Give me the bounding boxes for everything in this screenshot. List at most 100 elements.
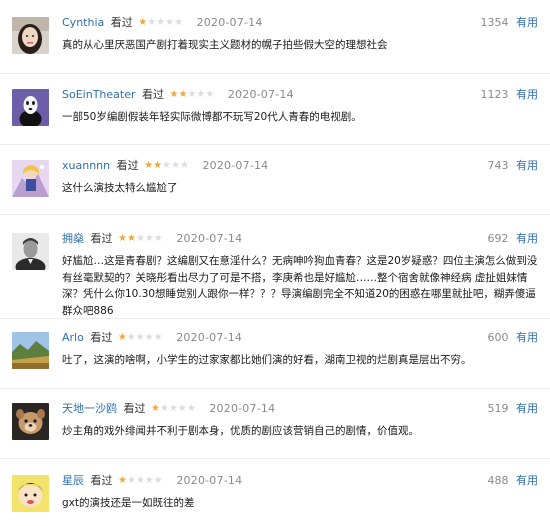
useful-button[interactable]: 有用 <box>516 474 538 487</box>
vote-count: 488 <box>487 474 509 487</box>
review-meta: xuannnn 看过 ★★★★★ 2020-07-14 <box>62 158 268 174</box>
divider <box>0 318 550 319</box>
divider <box>0 144 550 145</box>
useful-button[interactable]: 有用 <box>516 16 538 29</box>
review-date: 2020-07-14 <box>227 88 294 101</box>
rating-stars: ★★★★★ <box>118 330 163 346</box>
star-empty-icon: ★ <box>126 475 136 486</box>
vote-area: 1123 有用 <box>481 87 539 103</box>
review-date: 2020-07-14 <box>202 159 269 172</box>
vote-area: 519 有用 <box>488 401 539 417</box>
star-empty-icon: ★ <box>153 475 163 486</box>
review-meta: Cynthia 看过 ★★★★★ 2020-07-14 <box>62 15 263 31</box>
username-link[interactable]: SoEinTheater <box>62 87 136 103</box>
review-meta: SoEinTheater 看过 ★★★★★ 2020-07-14 <box>62 87 294 103</box>
watch-status: 看过 <box>90 474 113 487</box>
star-empty-icon: ★ <box>156 17 166 28</box>
star-empty-icon: ★ <box>153 332 163 343</box>
useful-button[interactable]: 有用 <box>516 402 538 415</box>
star-empty-icon: ★ <box>159 403 169 414</box>
vote-area: 743 有用 <box>488 158 539 174</box>
star-filled-icon: ★ <box>118 475 127 486</box>
avatar[interactable] <box>12 17 49 54</box>
review-content: 好尴尬…这是青春剧？这编剧又在意淫什么？无病呻吟狗血青春？这是20岁疑惑？四位主… <box>62 255 538 317</box>
star-empty-icon: ★ <box>135 475 145 486</box>
username-link[interactable]: 拥燊 <box>62 231 84 247</box>
vote-count: 600 <box>487 331 509 344</box>
star-empty-icon: ★ <box>168 403 178 414</box>
rating-stars: ★★★★★ <box>118 473 163 489</box>
watch-status: 看过 <box>90 232 113 245</box>
review-content: 炒主角的戏外绯闻并不利于剧本身，优质的剧应该营销自己的剧情，价值观。 <box>62 425 419 437</box>
review-meta: 天地一沙鸥 看过 ★★★★★ 2020-07-14 <box>62 401 275 417</box>
star-filled-icon: ★ <box>138 17 148 28</box>
rating-stars: ★★★★★ <box>118 231 163 247</box>
star-empty-icon: ★ <box>153 233 163 244</box>
star-filled-icon: ★ <box>117 332 127 343</box>
review-content: 吐了，这演的啥啊，小学生的过家家都比她们演的好看，湖南卫视的烂剧真是层出不穷。 <box>62 354 472 366</box>
star-empty-icon: ★ <box>144 475 154 486</box>
review-content: gxt的演技还是一如既往的差 <box>62 497 195 509</box>
star-filled-icon: ★ <box>118 233 127 244</box>
vote-count: 692 <box>487 232 509 245</box>
review-date: 2020-07-14 <box>176 474 243 487</box>
star-filled-icon: ★ <box>144 160 154 171</box>
review-content: 真的从心里厌恶国产剧打着现实主义题材的幌子拍些假大空的理想社会 <box>62 39 388 51</box>
star-empty-icon: ★ <box>205 89 215 100</box>
rating-stars: ★★★★★ <box>170 87 215 103</box>
useful-button[interactable]: 有用 <box>516 88 538 101</box>
review-date: 2020-07-14 <box>176 331 243 344</box>
star-empty-icon: ★ <box>186 403 196 414</box>
rating-stars: ★★★★★ <box>151 401 196 417</box>
star-empty-icon: ★ <box>135 332 145 343</box>
vote-count: 519 <box>487 402 509 415</box>
avatar[interactable] <box>12 475 49 512</box>
star-filled-icon: ★ <box>153 160 163 171</box>
vote-area: 1354 有用 <box>481 15 539 31</box>
username-link[interactable]: xuannnn <box>62 158 110 174</box>
avatar[interactable] <box>12 89 49 126</box>
avatar[interactable] <box>12 160 49 197</box>
star-empty-icon: ★ <box>177 403 187 414</box>
watch-status: 看过 <box>123 402 146 415</box>
avatar[interactable] <box>12 233 49 270</box>
star-empty-icon: ★ <box>144 233 154 244</box>
vote-count: 743 <box>487 159 509 172</box>
avatar[interactable] <box>12 403 49 440</box>
review-date: 2020-07-14 <box>196 16 263 29</box>
username-link[interactable]: Cynthia <box>62 15 104 31</box>
divider <box>0 458 550 459</box>
divider <box>0 214 550 215</box>
useful-button[interactable]: 有用 <box>516 232 538 245</box>
watch-status: 看过 <box>116 159 139 172</box>
username-link[interactable]: 天地一沙鸥 <box>62 401 117 417</box>
avatar[interactable] <box>12 332 49 369</box>
watch-status: 看过 <box>90 331 113 344</box>
review-meta: Arlo 看过 ★★★★★ 2020-07-14 <box>62 330 242 346</box>
review-date: 2020-07-14 <box>176 232 243 245</box>
vote-count: 1354 <box>480 16 509 29</box>
review-meta: 拥燊 看过 ★★★★★ 2020-07-14 <box>62 231 242 247</box>
rating-stars: ★★★★★ <box>138 15 183 31</box>
username-link[interactable]: Arlo <box>62 330 84 346</box>
review-meta: 星辰 看过 ★★★★★ 2020-07-14 <box>62 473 242 489</box>
star-empty-icon: ★ <box>162 160 172 171</box>
star-empty-icon: ★ <box>126 332 136 343</box>
review-date: 2020-07-14 <box>209 402 276 415</box>
divider <box>0 73 550 74</box>
divider <box>0 388 550 389</box>
star-empty-icon: ★ <box>144 332 154 343</box>
watch-status: 看过 <box>110 16 133 29</box>
useful-button[interactable]: 有用 <box>516 159 538 172</box>
username-link[interactable]: 星辰 <box>62 473 84 489</box>
watch-status: 看过 <box>142 88 164 101</box>
review-content: 这什么演技太特么尴尬了 <box>62 182 178 194</box>
vote-area: 488 有用 <box>488 473 539 489</box>
star-filled-icon: ★ <box>151 403 160 414</box>
star-empty-icon: ★ <box>135 233 145 244</box>
star-filled-icon: ★ <box>126 233 136 244</box>
useful-button[interactable]: 有用 <box>516 331 538 344</box>
review-content: 一部50岁编剧假装年轻实际微博都不玩写20代人青春的电视剧。 <box>62 111 362 123</box>
vote-count: 1123 <box>480 88 509 101</box>
star-empty-icon: ★ <box>165 17 175 28</box>
